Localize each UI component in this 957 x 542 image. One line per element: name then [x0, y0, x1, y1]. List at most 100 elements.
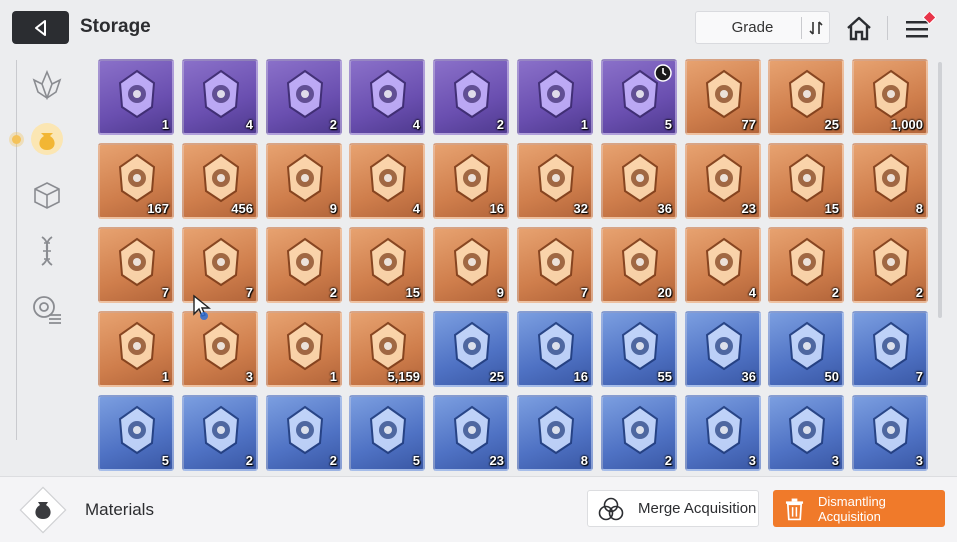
item-slot[interactable]: 2: [601, 395, 677, 471]
violet-shard-icon: [705, 321, 743, 371]
item-quantity: 2: [496, 117, 504, 132]
item-slot[interactable]: 2: [433, 59, 509, 135]
item-slot[interactable]: 25: [768, 59, 844, 135]
sidebar-track: [16, 60, 17, 440]
item-slot[interactable]: 8: [517, 395, 593, 471]
item-quantity: 2: [329, 117, 337, 132]
item-slot[interactable]: 9: [433, 227, 509, 303]
item-quantity: 1: [161, 117, 169, 132]
silver-medal-c-icon: [621, 405, 659, 455]
sword-book-icon: [705, 153, 743, 203]
item-quantity: 167: [147, 201, 169, 216]
item-slot[interactable]: 50: [768, 311, 844, 387]
back-button[interactable]: [12, 11, 69, 44]
item-slot[interactable]: 1: [98, 59, 174, 135]
item-slot[interactable]: 2: [266, 59, 342, 135]
item-slot[interactable]: 8: [852, 143, 928, 219]
item-slot[interactable]: 1: [266, 311, 342, 387]
item-slot[interactable]: 32: [517, 143, 593, 219]
sort-order-button[interactable]: [801, 16, 829, 39]
item-slot[interactable]: 1,000: [852, 59, 928, 135]
item-slot[interactable]: 36: [601, 143, 677, 219]
item-slot[interactable]: 3: [685, 395, 761, 471]
item-slot[interactable]: 5,159: [349, 311, 425, 387]
item-slot[interactable]: 1: [517, 59, 593, 135]
item-slot[interactable]: 2: [266, 227, 342, 303]
item-slot[interactable]: 2: [182, 395, 258, 471]
item-slot[interactable]: 4: [685, 227, 761, 303]
item-slot[interactable]: 2: [768, 227, 844, 303]
item-slot[interactable]: 3: [182, 311, 258, 387]
item-slot[interactable]: 456: [182, 143, 258, 219]
medal-sword-icon: [118, 237, 156, 287]
item-slot[interactable]: 1: [98, 311, 174, 387]
item-quantity: 36: [741, 369, 756, 384]
item-slot[interactable]: 4: [349, 143, 425, 219]
item-quantity: 3: [915, 453, 923, 468]
item-quantity: 32: [573, 201, 588, 216]
category-sidebar: [0, 60, 90, 460]
item-slot[interactable]: 7: [517, 227, 593, 303]
item-slot[interactable]: 20: [601, 227, 677, 303]
timer-icon: [654, 64, 672, 82]
item-slot[interactable]: 2: [266, 395, 342, 471]
item-slot[interactable]: 167: [98, 143, 174, 219]
item-quantity: 5,159: [387, 369, 420, 384]
medal-shield-icon: [202, 237, 240, 287]
home-button[interactable]: [843, 12, 875, 44]
item-quantity: 456: [231, 201, 253, 216]
grade-sort-dropdown[interactable]: Grade: [695, 11, 830, 44]
grid-scrollbar[interactable]: [938, 62, 942, 318]
item-slot[interactable]: 7: [98, 227, 174, 303]
item-slot[interactable]: 23: [433, 395, 509, 471]
item-slot[interactable]: 7: [182, 227, 258, 303]
bottom-bar: Materials Merge Acquisition Dismantling …: [0, 476, 957, 542]
item-quantity: 5: [412, 453, 420, 468]
item-quantity: 25: [489, 369, 504, 384]
item-slot[interactable]: 5: [349, 395, 425, 471]
cake-icon: [788, 405, 826, 455]
red-shard-icon: [621, 321, 659, 371]
sidebar-item-materials[interactable]: [26, 118, 68, 160]
item-slot[interactable]: 15: [768, 143, 844, 219]
blue-cube-icon: [705, 237, 743, 287]
item-slot[interactable]: 5: [98, 395, 174, 471]
item-grid: 1 4 2 4 2 1 5 77 25 1,000 167 456 9 4 16 32 36 23 15 8 7 7 2 15…: [98, 59, 930, 471]
item-slot[interactable]: 7: [852, 311, 928, 387]
item-quantity: 5: [664, 117, 672, 132]
stone-face-icon: [453, 69, 491, 119]
book-emblem-icon: [202, 69, 240, 119]
item-slot[interactable]: 4: [182, 59, 258, 135]
category-label: Materials: [85, 500, 154, 519]
sidebar-item-boxes[interactable]: [26, 174, 68, 216]
item-slot[interactable]: 77: [685, 59, 761, 135]
merge-acquisition-button[interactable]: Merge Acquisition: [587, 490, 759, 527]
item-slot[interactable]: 25: [433, 311, 509, 387]
item-slot[interactable]: 3: [768, 395, 844, 471]
item-slot[interactable]: 55: [601, 311, 677, 387]
dismantling-acquisition-button[interactable]: Dismantling Acquisition: [773, 490, 945, 527]
item-slot[interactable]: 5: [601, 59, 677, 135]
item-quantity: 9: [496, 285, 504, 300]
item-slot[interactable]: 9: [266, 143, 342, 219]
item-quantity: 5: [161, 453, 169, 468]
sort-arrows-icon: [808, 20, 823, 35]
item-slot[interactable]: 36: [685, 311, 761, 387]
item-slot[interactable]: 16: [433, 143, 509, 219]
music-scroll-icon: [369, 321, 407, 371]
sidebar-item-genes[interactable]: [26, 230, 68, 272]
item-slot[interactable]: 15: [349, 227, 425, 303]
silver-orb-icon: [286, 69, 324, 119]
sidebar-item-crystals[interactable]: [26, 64, 68, 106]
sidebar-item-records[interactable]: [26, 288, 68, 330]
orange-crystal-icon: [537, 153, 575, 203]
menu-button[interactable]: [900, 10, 937, 44]
item-slot[interactable]: 4: [349, 59, 425, 135]
item-slot[interactable]: 2: [852, 227, 928, 303]
gold-ticket-icon: [118, 153, 156, 203]
item-quantity: 36: [657, 201, 672, 216]
item-slot[interactable]: 3: [852, 395, 928, 471]
item-slot[interactable]: 16: [517, 311, 593, 387]
item-slot[interactable]: 23: [685, 143, 761, 219]
item-quantity: 1,000: [890, 117, 923, 132]
